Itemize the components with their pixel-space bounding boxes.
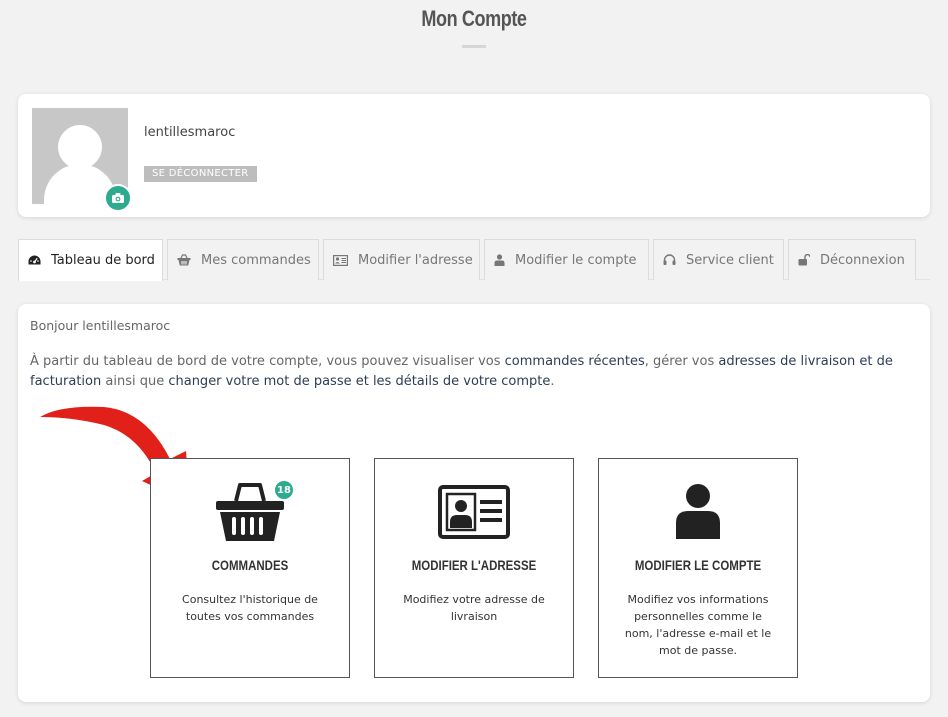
box-description: Consultez l'historique de toutes vos com…	[182, 593, 318, 623]
address-card-icon	[333, 254, 348, 266]
tab-orders[interactable]: Mes commandes	[167, 239, 319, 280]
username: lentillesmaroc	[144, 125, 236, 140]
box-title: MODIFIER LE COMPTE	[634, 557, 762, 573]
box-description: Modifiez vos informations personnelles c…	[624, 593, 772, 657]
intro-text: À partir du tableau de bord de votre com…	[30, 352, 910, 392]
title-divider	[462, 45, 486, 48]
tab-label: Tableau de bord	[51, 253, 155, 268]
tab-edit-address[interactable]: Modifier l'adresse	[323, 239, 480, 280]
camera-icon	[112, 193, 124, 203]
greeting: Bonjour lentillesmaroc	[30, 318, 171, 333]
orders-count-badge: 18	[273, 479, 295, 501]
account-tabs: Tableau de bord Mes commandes Modifier l…	[18, 239, 930, 281]
user-icon	[494, 254, 505, 266]
user-icon	[676, 484, 720, 539]
change-avatar-button[interactable]	[104, 184, 132, 212]
edit-account-box[interactable]: MODIFIER LE COMPTE Modifiez vos informat…	[598, 458, 798, 678]
headset-icon	[663, 254, 676, 265]
box-title: MODIFIER L'ADRESSE	[411, 557, 537, 573]
dashboard-icon	[28, 255, 41, 265]
tab-customer-service[interactable]: Service client	[653, 239, 784, 280]
edit-address-box[interactable]: MODIFIER L'ADRESSE Modifiez votre adress…	[374, 458, 574, 678]
address-card-icon	[438, 485, 510, 539]
box-title: COMMANDES	[211, 557, 289, 573]
account-details-link[interactable]: changer votre mot de passe et les détail…	[168, 374, 550, 389]
unlock-icon	[798, 254, 810, 266]
logout-button[interactable]: SE DÉCONNECTER	[144, 166, 257, 182]
tab-label: Mes commandes	[201, 252, 311, 268]
tab-label: Déconnexion	[820, 252, 905, 268]
intro-segment: , gérer vos	[644, 354, 719, 369]
tab-label: Modifier le compte	[515, 252, 637, 268]
orders-box[interactable]: 18 COMMANDES Consultez l'historique de t…	[150, 458, 350, 678]
recent-orders-link[interactable]: commandes récentes	[505, 354, 645, 369]
intro-segment: ainsi que	[101, 374, 169, 389]
page-title: Mon Compte	[421, 6, 527, 31]
dashboard-panel: Bonjour lentillesmaroc À partir du table…	[18, 304, 930, 702]
basket-icon	[177, 254, 191, 266]
intro-segment: À partir du tableau de bord de votre com…	[30, 354, 505, 369]
tab-dashboard[interactable]: Tableau de bord	[18, 239, 163, 281]
tab-logout[interactable]: Déconnexion	[788, 239, 916, 280]
box-description: Modifiez votre adresse de livraison	[403, 593, 545, 623]
tab-label: Service client	[686, 252, 774, 268]
intro-segment: .	[550, 374, 555, 389]
tab-label: Modifier l'adresse	[358, 252, 473, 268]
tab-edit-account[interactable]: Modifier le compte	[484, 239, 649, 280]
profile-card: lentillesmaroc SE DÉCONNECTER	[18, 94, 930, 217]
